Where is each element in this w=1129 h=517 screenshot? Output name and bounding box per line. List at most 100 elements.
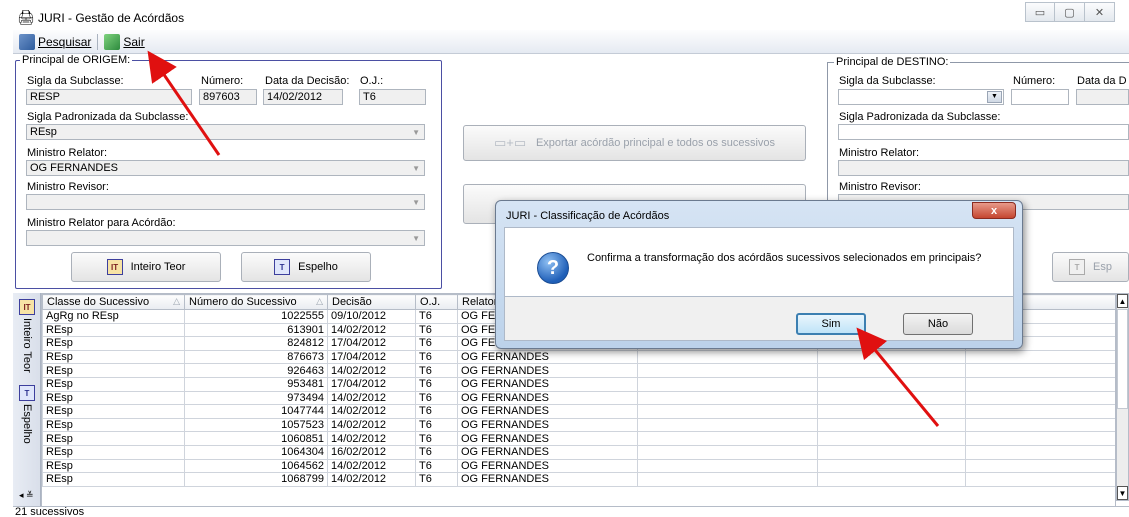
exit-button[interactable]: Sair: [98, 32, 150, 52]
scroll-up-icon[interactable]: ▲: [1117, 294, 1128, 308]
origem-sigla-padronizada-combo[interactable]: REsp ▼: [26, 124, 425, 140]
question-icon: ?: [537, 252, 569, 284]
table-cell: [965, 472, 1115, 487]
destino-numero-label: Número:: [1013, 75, 1056, 87]
chevron-down-icon: ▼: [412, 198, 420, 207]
minimize-button[interactable]: ▭: [1025, 2, 1055, 22]
origem-sigla-padronizada-value: REsp: [30, 126, 57, 138]
dialog-close-button[interactable]: x: [972, 202, 1016, 219]
origem-espelho-button[interactable]: T Espelho: [241, 252, 371, 282]
table-cell: OG FERNANDES: [457, 458, 638, 474]
table-cell: OG FERNANDES: [457, 376, 638, 392]
destino-relator-label: Ministro Relator:: [839, 147, 920, 159]
dialog-footer: Sim Não: [504, 297, 1014, 341]
grid-header-decisao[interactable]: Decisão: [327, 294, 416, 310]
origem-relator-acordao-combo[interactable]: ▼: [26, 230, 425, 246]
table-row[interactable]: REsp 876673 17/04/2012 T6 OG FERNANDES: [42, 349, 1115, 365]
table-cell: 14/02/2012: [327, 458, 416, 474]
destino-sigla-padronizada-label: Sigla Padronizada da Subclasse:: [839, 111, 1001, 123]
origem-numero-field[interactable]: 897603: [199, 89, 257, 105]
table-cell: [965, 363, 1115, 378]
table-cell: T6: [415, 309, 458, 324]
destino-sigla-combo[interactable]: ▼: [838, 89, 1004, 105]
origem-revisor-combo[interactable]: ▼: [26, 194, 425, 210]
table-row[interactable]: REsp 1064304 16/02/2012 T6 OG FERNANDES: [42, 444, 1115, 460]
table-row[interactable]: REsp 973494 14/02/2012 T6 OG FERNANDES: [42, 390, 1115, 406]
chevron-down-icon: ▼: [412, 164, 420, 173]
table-row[interactable]: REsp 1057523 14/02/2012 T6 OG FERNANDES: [42, 417, 1115, 433]
origem-numero-label: Número:: [201, 75, 244, 87]
destino-numero-field[interactable]: [1011, 89, 1069, 105]
table-cell: [637, 376, 818, 392]
destino-espelho-label: Esp: [1093, 261, 1112, 273]
table-cell: [637, 458, 818, 474]
table-cell: T6: [415, 322, 458, 338]
table-cell: T6: [415, 349, 458, 365]
table-cell: [817, 349, 966, 365]
export-all-button[interactable]: ▭+▭ Exportar acórdão principal e todos o…: [463, 125, 806, 161]
origem-relator-acordao-label: Ministro Relator para Acórdão:: [27, 217, 176, 229]
inteiro-teor-icon: IT: [106, 259, 123, 275]
dialog-yes-button[interactable]: Sim: [796, 313, 866, 335]
table-cell: 973494: [184, 390, 328, 406]
origem-espelho-label: Espelho: [298, 261, 338, 273]
table-cell: 17/04/2012: [327, 336, 416, 351]
dialog-no-button[interactable]: Não: [903, 313, 973, 335]
side-tab-espelho[interactable]: T Espelho: [18, 385, 36, 444]
origem-relator-value: OG FERNANDES: [30, 162, 119, 174]
close-button[interactable]: ✕: [1085, 2, 1115, 22]
destino-relator-field[interactable]: [838, 160, 1129, 176]
destino-sigla-padronizada-combo[interactable]: [838, 124, 1129, 140]
side-scroll-control[interactable]: ◂ ≚: [19, 490, 34, 501]
origem-relator-label: Ministro Relator:: [27, 147, 108, 159]
table-cell: REsp: [42, 472, 185, 487]
origem-sigla-padronizada-label: Sigla Padronizada da Subclasse:: [27, 111, 189, 123]
table-cell: 1022555: [184, 309, 328, 324]
table-cell: T6: [415, 376, 458, 392]
table-cell: [817, 390, 966, 406]
grid-header-oj[interactable]: O.J.: [415, 294, 458, 310]
chevron-down-icon: ▼: [412, 234, 420, 243]
table-cell: T6: [415, 336, 458, 351]
side-tab-inteiro-teor[interactable]: IT Inteiro Teor: [18, 299, 36, 373]
window-titlebar: 🖨 JURI - Gestão de Acórdãos ▭ ▢ ✕: [0, 0, 1129, 30]
origem-relator-combo[interactable]: OG FERNANDES ▼: [26, 160, 425, 176]
grid-header-numero[interactable]: Número do Sucessivo △: [184, 294, 328, 310]
table-row[interactable]: REsp 1064562 14/02/2012 T6 OG FERNANDES: [42, 458, 1115, 474]
origem-inteiro-teor-button[interactable]: IT Inteiro Teor: [71, 252, 221, 282]
table-cell: [817, 363, 966, 378]
table-cell: 953481: [184, 376, 328, 392]
exit-button-label: Sair: [123, 34, 145, 49]
table-cell: [965, 349, 1115, 365]
table-cell: [817, 431, 966, 446]
destino-data-label: Data da D: [1077, 75, 1127, 87]
origem-data-field[interactable]: 14/02/2012: [263, 89, 343, 105]
destino-espelho-button[interactable]: T Esp: [1052, 252, 1129, 282]
scroll-down-icon[interactable]: ▼: [1117, 486, 1128, 500]
table-cell: [965, 417, 1115, 433]
chevron-down-icon: ▼: [412, 128, 420, 137]
export-all-label: Exportar acórdão principal e todos os su…: [535, 137, 776, 149]
grid-vertical-scrollbar[interactable]: ▲ ▼: [1116, 293, 1129, 501]
sort-icon: △: [316, 296, 323, 306]
table-row[interactable]: REsp 1047744 14/02/2012 T6 OG FERNANDES: [42, 404, 1115, 419]
table-cell: 14/02/2012: [327, 390, 416, 406]
table-cell: 1047744: [184, 404, 328, 419]
origem-sigla-field[interactable]: RESP: [26, 89, 192, 105]
maximize-button[interactable]: ▢: [1055, 2, 1085, 22]
table-row[interactable]: REsp 1060851 14/02/2012 T6 OG FERNANDES: [42, 431, 1115, 446]
table-cell: [817, 404, 966, 419]
table-row[interactable]: REsp 953481 17/04/2012 T6 OG FERNANDES: [42, 376, 1115, 392]
table-cell: 824812: [184, 336, 328, 351]
search-button[interactable]: Pesquisar: [13, 32, 97, 52]
destino-data-field[interactable]: [1076, 89, 1129, 105]
table-row[interactable]: REsp 926463 14/02/2012 T6 OG FERNANDES: [42, 363, 1115, 378]
grid-header-classe[interactable]: Classe do Sucessivo △: [42, 294, 185, 310]
table-row[interactable]: REsp 1068799 14/02/2012 T6 OG FERNANDES: [42, 472, 1115, 487]
dialog-message: Confirma a transformação dos acórdãos su…: [587, 252, 982, 264]
origem-oj-field[interactable]: T6: [359, 89, 426, 105]
table-cell: 613901: [184, 322, 328, 338]
folder-export-icon: ▭+▭: [493, 135, 527, 150]
table-cell: T6: [415, 431, 458, 446]
scroll-thumb[interactable]: [1117, 309, 1128, 409]
